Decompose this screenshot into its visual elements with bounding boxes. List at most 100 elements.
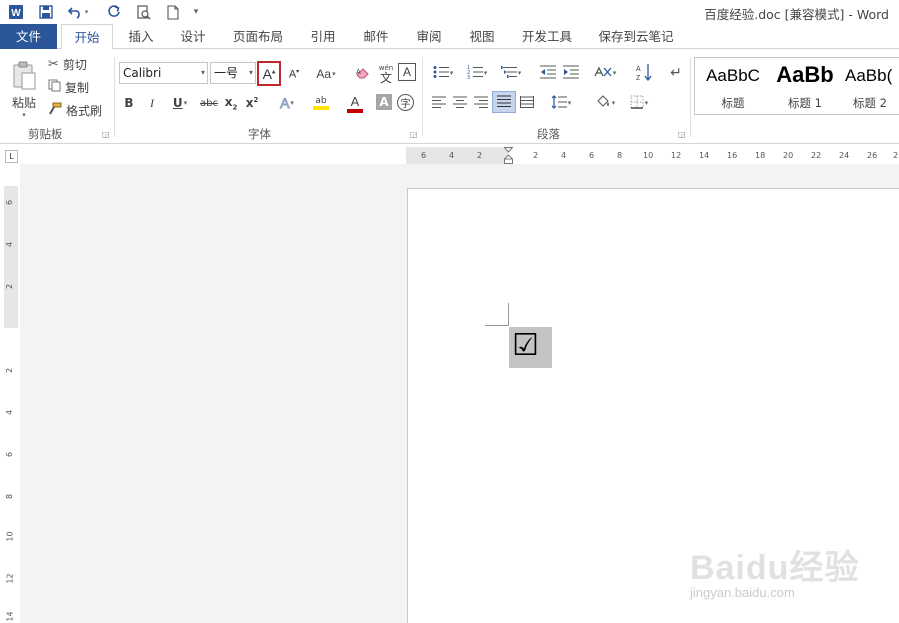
- shading-button[interactable]: ▾: [590, 93, 620, 113]
- font-name-combo[interactable]: Calibri ▾: [119, 62, 208, 84]
- margin-corner-mark: [485, 303, 509, 326]
- change-case-button[interactable]: Aa ▾: [311, 63, 341, 85]
- vertical-ruler[interactable]: 6 4 2 2 4 6 8 10 12 14: [4, 186, 18, 623]
- bullets-button[interactable]: ▾: [428, 63, 458, 83]
- tab-page-layout[interactable]: 页面布局: [226, 24, 290, 49]
- align-right-button[interactable]: [472, 94, 490, 112]
- paint-bucket-icon: [595, 94, 611, 112]
- clipboard-group-label: 剪贴板: [28, 127, 63, 141]
- paragraph-dialog-launcher-icon[interactable]: ◲: [678, 130, 686, 139]
- chevron-down-icon[interactable]: ▾: [201, 63, 205, 83]
- shrink-font-button[interactable]: A▾: [284, 63, 304, 85]
- chevron-down-icon: ▾: [567, 99, 572, 107]
- character-shading-button[interactable]: A: [376, 94, 392, 110]
- font-size-combo[interactable]: 一号 ▾: [210, 62, 256, 84]
- multilevel-list-button[interactable]: ▾: [496, 63, 526, 83]
- format-painter-icon: [48, 102, 62, 118]
- align-center-button[interactable]: [451, 94, 469, 112]
- grow-font-icon: A▴: [262, 65, 276, 82]
- style-heading-1[interactable]: AaBb 标题 1: [769, 58, 841, 114]
- sort-button[interactable]: AZ: [634, 61, 654, 85]
- copy-label: 复制: [65, 80, 90, 95]
- justify-icon: [497, 95, 511, 110]
- clear-formatting-button[interactable]: A: [352, 63, 374, 85]
- increase-indent-button[interactable]: [561, 63, 581, 83]
- highlight-color-swatch: [313, 106, 329, 110]
- tab-save-to-cloud-notes[interactable]: 保存到云笔记: [592, 24, 680, 49]
- tab-design[interactable]: 设计: [170, 24, 216, 49]
- redo-icon[interactable]: [104, 0, 124, 24]
- numbering-button[interactable]: 123 ▾: [462, 63, 492, 83]
- superscript-button[interactable]: x2: [243, 93, 261, 113]
- show-hide-marks-icon[interactable]: ↵: [667, 61, 685, 85]
- tab-mailings[interactable]: 邮件: [353, 24, 399, 49]
- save-icon[interactable]: [36, 0, 56, 24]
- style-normal[interactable]: AaBbC 标题: [697, 58, 769, 114]
- copy-button[interactable]: 复制: [48, 77, 89, 97]
- distributed-button[interactable]: [518, 94, 536, 112]
- horizontal-ruler[interactable]: 6 4 2 2 4 6 8 10 12 14 16 18 20 22 24 26…: [406, 147, 899, 164]
- checked-checkbox-symbol[interactable]: ☑: [509, 328, 542, 364]
- ruler-tick: 6: [5, 451, 15, 458]
- distributed-icon: [520, 95, 534, 111]
- tab-review[interactable]: 审阅: [406, 24, 452, 49]
- superscript-icon: x2: [245, 96, 259, 110]
- chevron-down-icon[interactable]: ▾: [249, 63, 253, 83]
- first-line-indent-marker[interactable]: [503, 147, 514, 167]
- new-document-icon[interactable]: [164, 0, 182, 24]
- chevron-down-icon: ▾: [449, 69, 454, 77]
- font-group-label: 字体: [248, 127, 271, 141]
- tab-insert[interactable]: 插入: [118, 24, 164, 49]
- ruler-tick: 24: [839, 151, 850, 160]
- ruler-tick: 10: [5, 531, 15, 542]
- sort-az-icon: AZ: [636, 63, 652, 84]
- phonetic-guide-button[interactable]: wén 文: [375, 61, 397, 87]
- line-spacing-button[interactable]: ▾: [546, 93, 576, 113]
- tab-file[interactable]: 文件: [0, 24, 57, 49]
- bold-button[interactable]: B: [121, 93, 137, 113]
- font-color-button[interactable]: A: [340, 92, 370, 114]
- clipboard-dialog-launcher-icon[interactable]: ◲: [102, 130, 110, 139]
- text-highlight-color-button[interactable]: ab: [306, 92, 336, 114]
- enclose-characters-button[interactable]: 字: [397, 94, 414, 111]
- group-separator: [690, 57, 691, 137]
- ruler-tick: 18: [755, 151, 766, 160]
- undo-icon[interactable]: ▾: [64, 0, 92, 24]
- strikethrough-button[interactable]: abc: [198, 93, 220, 113]
- subscript-button[interactable]: x2: [222, 93, 240, 113]
- text-effects-button[interactable]: A ▾: [272, 93, 302, 113]
- grow-font-button[interactable]: A▴: [257, 61, 281, 86]
- tab-view[interactable]: 视图: [459, 24, 505, 49]
- line-spacing-icon: [551, 94, 567, 112]
- chevron-down-icon: ▾: [483, 69, 488, 77]
- style-heading-2[interactable]: AaBb( 标题 2: [839, 58, 899, 114]
- style-sample: AaBb(: [845, 66, 893, 85]
- decrease-indent-button[interactable]: [538, 63, 558, 83]
- align-left-button[interactable]: [430, 94, 448, 112]
- tab-references[interactable]: 引用: [300, 24, 346, 49]
- chevron-down-icon: ▾: [183, 99, 188, 107]
- paste-icon: [11, 61, 37, 94]
- tab-developer[interactable]: 开发工具: [514, 24, 580, 49]
- character-border-button[interactable]: A: [398, 63, 416, 81]
- chinese-layout-button[interactable]: ▾: [590, 63, 620, 83]
- group-separator: [422, 57, 423, 137]
- chinese-layout-icon: [594, 65, 612, 82]
- chevron-down-icon: ▾: [290, 99, 294, 107]
- paste-button[interactable]: 粘贴 ▾: [6, 55, 42, 125]
- cut-label: 剪切: [62, 57, 87, 72]
- borders-button[interactable]: ▾: [624, 93, 654, 113]
- tab-home[interactable]: 开始: [61, 24, 113, 50]
- customize-qat-icon[interactable]: ▾: [190, 0, 202, 24]
- italic-button[interactable]: I: [144, 93, 160, 113]
- ruler-tick: 4: [5, 241, 15, 248]
- tab-selector[interactable]: L: [5, 150, 18, 163]
- font-dialog-launcher-icon[interactable]: ◲: [410, 130, 418, 139]
- justify-button[interactable]: [492, 91, 516, 113]
- underline-button[interactable]: U ▾: [166, 93, 194, 113]
- cut-button[interactable]: ✂ 剪切: [48, 54, 87, 74]
- format-painter-button[interactable]: 格式刷: [48, 100, 102, 120]
- ruler-tick: 2: [533, 151, 539, 160]
- print-preview-icon[interactable]: [134, 0, 154, 24]
- font-color-icon: A: [350, 93, 360, 109]
